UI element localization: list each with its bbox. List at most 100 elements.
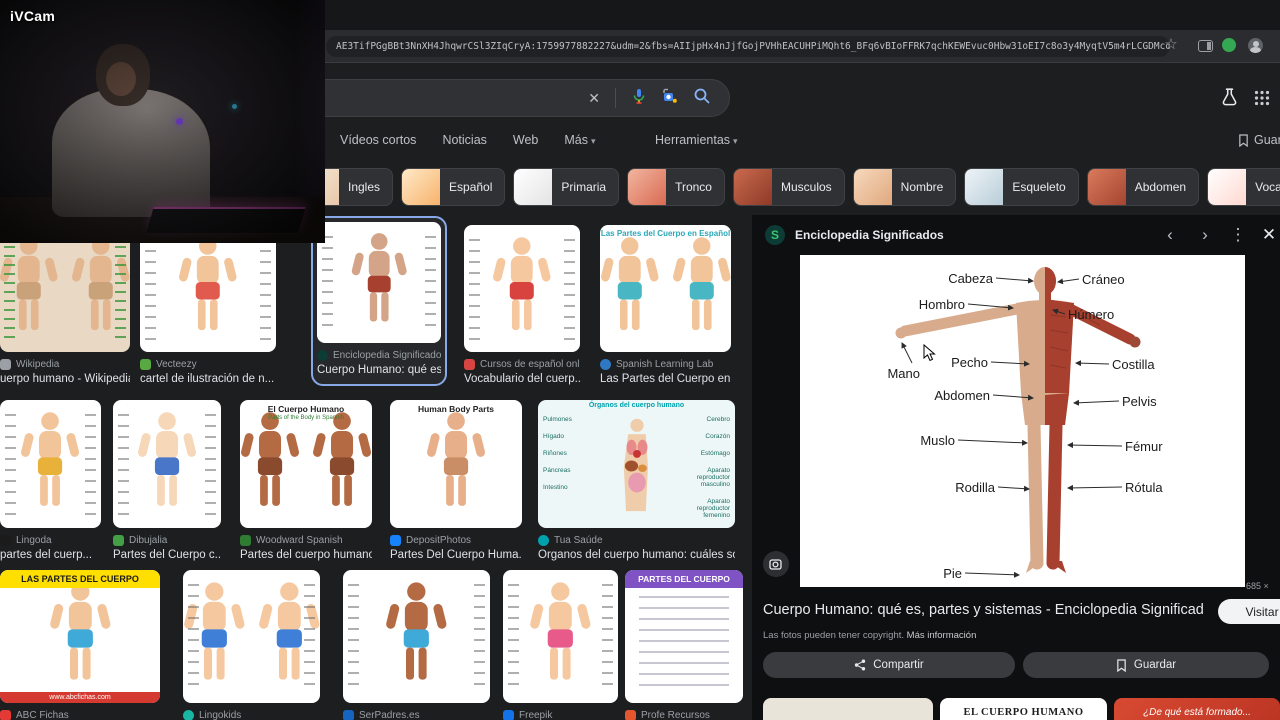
panel-source-name[interactable]: Enciclopedia Significados [795,228,944,242]
result-title[interactable]: cartel de ilustración de n... [140,373,276,385]
result-title[interactable]: Las Partes del Cuerpo en E... [600,373,731,385]
result-thumbnail[interactable]: Human Body Parts [390,400,522,528]
result-card[interactable]: Órganos del cuerpo humano Pulmones Hígado… [538,400,735,561]
result-thumbnail[interactable]: LAS PARTES DEL CUERPO www.abcfichas.com [0,570,160,703]
visit-button[interactable]: Visitar› [1218,599,1280,624]
related-image[interactable]: EL CUERPO HUMANO [940,698,1107,720]
more-options-icon[interactable]: ⋮ [1226,223,1250,247]
tab-web[interactable]: Web [513,133,538,147]
result-title[interactable]: Partes del cuerpo humano ... [240,549,372,561]
tab-videos-cortos[interactable]: Vídeos cortos [340,133,416,147]
next-image-icon[interactable]: › [1193,223,1217,247]
side-panel-icon[interactable] [1198,40,1213,52]
result-thumbnail[interactable] [0,225,130,352]
share-button[interactable]: Compartir [763,652,1015,678]
search-inside-image-icon[interactable] [763,551,789,577]
site-favicon [240,535,251,546]
result-title[interactable]: uerpo humano - Wikipedia... [0,373,130,385]
chip-abdomen[interactable]: Abdomen [1086,168,1200,206]
chip-nombre[interactable]: Nombre [852,168,957,206]
chevron-down-icon: ▾ [733,136,738,146]
result-source[interactable]: Enciclopedia Significados [317,350,441,361]
result-thumbnail[interactable] [317,222,441,343]
close-panel-icon[interactable]: ✕ [1257,223,1280,247]
extension-icon[interactable] [1222,38,1236,52]
tab-mas[interactable]: Más ▾ [564,133,595,147]
result-thumbnail[interactable] [343,570,490,703]
result-card[interactable]: El Cuerpo Humano Parts of the Body in Sp… [240,400,372,561]
image-dimensions: 685 × [1246,581,1269,591]
search-labs-icon[interactable] [1220,88,1239,112]
result-source[interactable]: Spanish Learning Lab [600,359,731,370]
result-thumbnail[interactable] [140,225,276,352]
result-thumbnail[interactable]: El Cuerpo Humano Parts of the Body in Sp… [240,400,372,528]
tab-herramientas[interactable]: Herramientas ▾ [655,133,738,147]
anatomy-label: Muslo [920,433,955,448]
google-lens-icon[interactable] [662,88,678,109]
result-card-selected[interactable]: Enciclopedia Significados Cuerpo Humano:… [311,216,447,386]
related-image[interactable] [763,698,933,720]
result-thumbnail[interactable] [503,570,618,703]
result-card[interactable]: Las Partes del Cuerpo en Español Spanish… [600,225,731,385]
result-source[interactable]: Woodward Spanish [240,535,372,546]
result-card[interactable]: Human Body Parts DepositPhotos Partes De… [390,400,522,561]
panel-result-title[interactable]: Cuerpo Humano: qué es, partes y sistemas… [763,602,1203,618]
result-source[interactable]: Lingoda [0,535,101,546]
result-card[interactable]: LAS PARTES DEL CUERPO www.abcfichas.com … [0,570,160,720]
google-apps-grid-icon[interactable] [1254,90,1270,111]
result-source[interactable]: ABC Fichas [0,710,160,720]
result-title[interactable]: Partes Del Cuerpo Huma... [390,549,522,561]
voice-search-icon[interactable] [631,88,647,109]
result-source[interactable]: Cursos de español onl... [464,359,580,370]
result-source[interactable]: Vecteezy [140,359,276,370]
result-source[interactable]: SerPadres.es [343,710,490,720]
result-thumbnail[interactable]: PARTES DEL CUERPO [625,570,743,703]
result-card[interactable]: PARTES DEL CUERPO Profe Recursos [625,570,743,720]
more-info-link[interactable]: Más información [907,630,977,641]
result-thumbnail[interactable] [0,400,101,528]
chip-primaria[interactable]: Primaria [513,168,620,206]
result-source[interactable]: DepositPhotos [390,535,522,546]
bookmark-star-icon[interactable]: ☆ [1162,36,1180,54]
result-card[interactable]: Cursos de español onl... Vocabulario del… [464,225,580,385]
chip-thumbnail [1087,169,1126,205]
previous-image-icon[interactable]: ‹ [1158,223,1182,247]
chip-vocabulario[interactable]: Vocabulario [1207,168,1280,206]
related-image[interactable]: ¿De qué está formado... [1114,698,1280,720]
profile-avatar[interactable] [1248,38,1263,53]
result-title[interactable]: partes del cuerp... [0,549,101,561]
result-card[interactable]: Lingokids [183,570,320,720]
result-card[interactable]: Wikipedia uerpo humano - Wikipedia... [0,225,130,385]
address-bar[interactable]: AE3TifPGgBBt3NnXH4JhqwrCSl3ZIqCryA:17599… [326,36,1170,57]
chip-tronco[interactable]: Tronco [627,168,725,206]
result-title[interactable]: Partes del Cuerpo c... [113,549,221,561]
result-card[interactable]: Freepik [503,570,618,720]
result-thumbnail[interactable] [183,570,320,703]
result-source[interactable]: Wikipedia [0,359,130,370]
result-source[interactable]: Profe Recursos [625,710,743,720]
result-card[interactable]: Dibujalia Partes del Cuerpo c... [113,400,221,561]
chip-espanol[interactable]: Español [401,168,506,206]
result-title[interactable]: Cuerpo Humano: qué es, partes ... [317,364,441,376]
result-card[interactable]: Vecteezy cartel de ilustración de n... [140,225,276,385]
result-thumbnail[interactable] [464,225,580,352]
chip-esqueleto[interactable]: Esqueleto [964,168,1079,206]
result-thumbnail[interactable]: Las Partes del Cuerpo en Español [600,225,731,352]
search-submit-icon[interactable] [693,87,711,110]
result-title[interactable]: Órganos del cuerpo humano: cuáles so... [538,549,735,561]
result-source[interactable]: Tua Saúde [538,535,735,546]
result-source[interactable]: Dibujalia [113,535,221,546]
clear-search-icon[interactable]: ✕ [588,90,600,107]
anatomy-preview-image[interactable]: Cabeza Hombro Mano Pecho Abdomen Muslo R… [800,255,1245,587]
chip-musculos[interactable]: Musculos [732,168,845,206]
result-thumbnail[interactable]: Órganos del cuerpo humano Pulmones Hígado… [538,400,735,528]
result-card[interactable]: SerPadres.es [343,570,490,720]
result-title[interactable]: Vocabulario del cuerp... [464,373,580,385]
result-source[interactable]: Lingokids [183,710,320,720]
result-card[interactable]: Lingoda partes del cuerp... [0,400,101,561]
tab-noticias[interactable]: Noticias [442,133,486,147]
save-button[interactable]: Guardar [1023,652,1269,678]
save-results-button[interactable]: Guardar [1238,133,1280,147]
result-thumbnail[interactable] [113,400,221,528]
result-source[interactable]: Freepik [503,710,618,720]
